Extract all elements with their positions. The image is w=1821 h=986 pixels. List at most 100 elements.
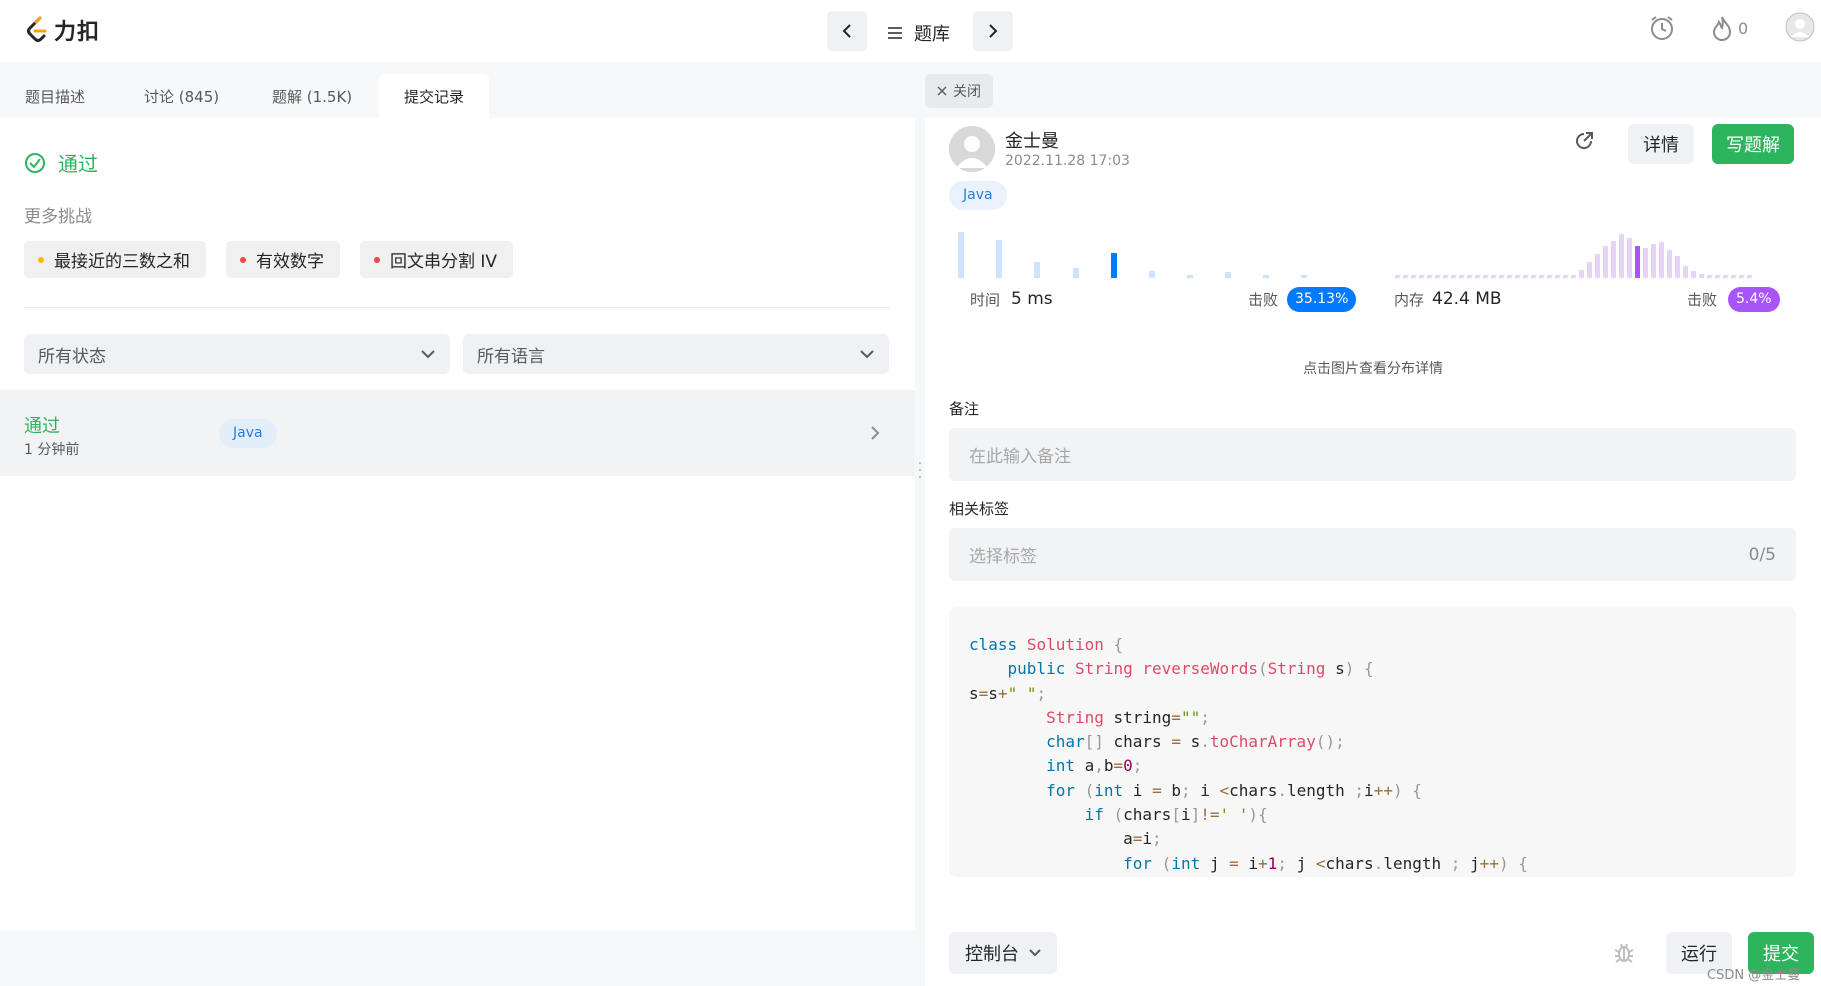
details-button[interactable]: 详情 bbox=[1628, 124, 1694, 164]
drag-handle-icon bbox=[918, 461, 922, 479]
code-line: a=i; bbox=[969, 829, 1162, 849]
challenge-chip[interactable]: 最接近的三数之和 bbox=[24, 241, 206, 278]
code-line: class Solution { bbox=[969, 635, 1124, 654]
tags-select[interactable]: 选择标签 0/5 bbox=[949, 528, 1796, 581]
chevron-right-icon bbox=[989, 24, 998, 38]
close-detail-button[interactable]: 关闭 bbox=[925, 74, 993, 108]
runtime-bar bbox=[1187, 275, 1193, 278]
code-line: String string=""; bbox=[1046, 707, 1210, 727]
code-line: public String reverseWords(String s) { bbox=[1007, 659, 1374, 679]
status-filter-select[interactable]: 所有状态 bbox=[24, 334, 450, 374]
result-status-text: 通过 bbox=[58, 152, 98, 176]
code-line: for (int j = i+1; j <chars.length ; j++)… bbox=[1123, 853, 1528, 873]
challenge-chip[interactable]: 有效数字 bbox=[226, 241, 340, 278]
close-label: 关闭 bbox=[953, 84, 981, 100]
chip-label: 最接近的三数之和 bbox=[54, 252, 190, 272]
submission-lang-badge: Java bbox=[219, 419, 277, 448]
prev-problem-button[interactable] bbox=[827, 11, 867, 51]
tab-solutions[interactable]: 题解 (1.5K) bbox=[247, 74, 377, 118]
note-placeholder: 在此输入备注 bbox=[969, 447, 1071, 467]
debug-button[interactable] bbox=[1612, 940, 1636, 968]
tags-count: 0/5 bbox=[1748, 544, 1776, 565]
challenge-chips: 最接近的三数之和 有效数字 回文串分割 IV bbox=[24, 241, 514, 278]
console-button[interactable]: 控制台 bbox=[949, 932, 1057, 974]
user-name[interactable]: 金士曼 bbox=[1005, 127, 1059, 153]
tab-submissions[interactable]: 提交记录 bbox=[379, 74, 490, 118]
distribution-hint: 点击图片查看分布详情 bbox=[1303, 361, 1443, 377]
runtime-bar bbox=[958, 232, 964, 278]
runtime-bar-selected bbox=[1111, 253, 1117, 278]
runtime-bar bbox=[996, 240, 1002, 278]
code-line: int a,b=0; bbox=[1046, 756, 1143, 776]
note-input[interactable]: 在此输入备注 bbox=[949, 428, 1796, 481]
code-line: if (chars[i]!=' '){ bbox=[1084, 805, 1268, 825]
runtime-distribution-chart[interactable] bbox=[949, 218, 1329, 278]
user-avatar[interactable] bbox=[1785, 12, 1815, 42]
chevron-down-icon bbox=[860, 350, 874, 359]
leetcode-logo[interactable]: 力扣 bbox=[26, 14, 100, 46]
memory-distribution-chart[interactable] bbox=[1395, 218, 1785, 278]
code-line: char[] chars = s.toCharArray(); bbox=[1046, 732, 1345, 752]
runtime-value: 5 ms bbox=[1011, 289, 1053, 309]
next-problem-button[interactable] bbox=[973, 11, 1013, 51]
bottom-toolbar: 控制台 运行 提交 CSDN @金士曼 bbox=[925, 930, 1821, 986]
language-filter-select[interactable]: 所有语言 bbox=[463, 334, 889, 374]
leetcode-logo-icon bbox=[27, 16, 47, 42]
submission-date: 2022.11.28 17:03 bbox=[1005, 153, 1130, 169]
runtime-bar bbox=[1034, 262, 1040, 278]
avatar-icon bbox=[949, 126, 995, 172]
left-panel: 题目描述 讨论 (845) 题解 (1.5K) 提交记录 通过 更多挑战 最接近… bbox=[0, 62, 915, 930]
problem-tabs: 题目描述 讨论 (845) 题解 (1.5K) 提交记录 bbox=[0, 62, 915, 118]
tags-placeholder: 选择标签 bbox=[969, 547, 1037, 567]
write-solution-button[interactable]: 写题解 bbox=[1712, 124, 1794, 164]
submission-row[interactable]: 通过 1 分钟前 Java bbox=[0, 390, 915, 476]
runtime-bar bbox=[1149, 271, 1155, 278]
timer-button[interactable] bbox=[1648, 14, 1676, 42]
chevron-left-icon bbox=[842, 24, 851, 38]
runtime-bar bbox=[1073, 268, 1079, 278]
runtime-label: 时间 bbox=[970, 291, 1001, 309]
challenge-chip[interactable]: 回文串分割 IV bbox=[360, 241, 514, 278]
alarm-clock-icon bbox=[1651, 16, 1673, 40]
check-circle-icon bbox=[25, 152, 45, 173]
streak-button[interactable]: 0 bbox=[1710, 14, 1748, 42]
runtime-bar bbox=[1301, 275, 1307, 278]
chevron-right-icon bbox=[871, 426, 880, 440]
user-avatar[interactable] bbox=[949, 126, 995, 172]
submission-status: 通过 bbox=[24, 416, 60, 437]
tags-label: 相关标签 bbox=[949, 500, 1010, 518]
memory-beat-label: 击败 bbox=[1687, 291, 1718, 309]
avatar-icon bbox=[1785, 12, 1815, 42]
bug-icon bbox=[1614, 943, 1634, 963]
status-filter-value: 所有状态 bbox=[38, 346, 106, 367]
tab-description[interactable]: 题目描述 bbox=[0, 74, 110, 118]
flame-icon bbox=[1712, 16, 1732, 41]
more-challenges-label: 更多挑战 bbox=[24, 207, 92, 227]
chip-label: 有效数字 bbox=[256, 252, 324, 272]
chip-label: 回文串分割 IV bbox=[390, 252, 498, 272]
share-icon bbox=[1576, 132, 1593, 149]
list-icon bbox=[888, 27, 902, 39]
language-filter-value: 所有语言 bbox=[477, 346, 545, 367]
streak-count: 0 bbox=[1738, 18, 1749, 38]
chevron-down-icon bbox=[1029, 949, 1041, 957]
runtime-beat-pill: 35.13% bbox=[1287, 287, 1357, 312]
memory-value: 42.4 MB bbox=[1432, 289, 1502, 309]
code-line: s=s+" "; bbox=[969, 683, 1047, 703]
result-status: 通过 bbox=[24, 148, 98, 177]
submission-detail-panel: 金士曼 2022.11.28 17:03 详情 写题解 Java 时间 5 ms… bbox=[925, 118, 1821, 986]
chevron-down-icon bbox=[421, 350, 435, 359]
language-badge: Java bbox=[949, 181, 1007, 210]
problem-bank-link[interactable]: 题库 bbox=[888, 20, 950, 46]
panel-splitter[interactable] bbox=[915, 62, 925, 930]
code-line: for (int i = b; i <chars.length ;i++) { bbox=[1046, 780, 1422, 800]
share-button[interactable] bbox=[1573, 130, 1595, 156]
problem-bank-label: 题库 bbox=[914, 24, 950, 45]
note-label: 备注 bbox=[949, 400, 980, 418]
difficulty-dot bbox=[374, 256, 380, 263]
memory-bar-selected bbox=[1635, 246, 1640, 278]
tab-discussion[interactable]: 讨论 (845) bbox=[119, 74, 244, 118]
logo-text: 力扣 bbox=[54, 20, 101, 45]
code-block[interactable]: class Solution { public String reverseWo… bbox=[949, 607, 1796, 877]
runtime-bar bbox=[1225, 272, 1231, 278]
